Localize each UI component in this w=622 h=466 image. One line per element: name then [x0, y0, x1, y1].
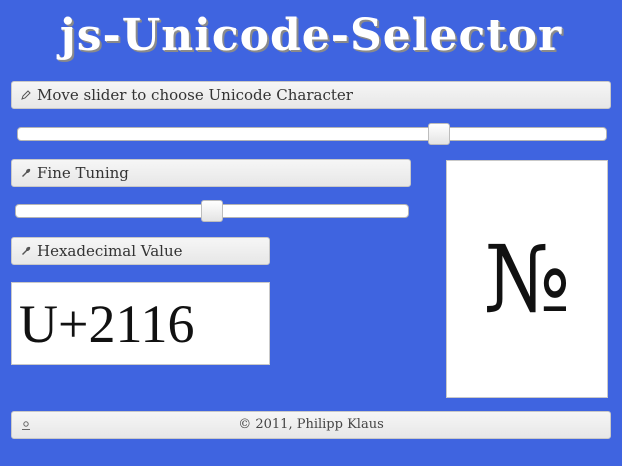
main-slider-handle[interactable]: [428, 123, 450, 145]
main-slider-header: Move slider to choose Unicode Character: [11, 81, 611, 109]
unicode-character: №: [483, 225, 571, 333]
fine-tuning-header: Fine Tuning: [11, 159, 411, 187]
fine-tuning-handle[interactable]: [201, 200, 223, 222]
hex-value-header: Hexadecimal Value: [11, 237, 270, 265]
pencil-icon: [20, 82, 32, 108]
footer: © 2011, Philipp Klaus: [11, 411, 611, 439]
wrench-icon: [20, 160, 32, 186]
main-slider-label: Move slider to choose Unicode Character: [37, 86, 353, 104]
page-title: js-Unicode-Selector: [59, 10, 563, 61]
fine-tuning-label: Fine Tuning: [37, 164, 129, 182]
hex-value-display: U+2116: [11, 282, 270, 365]
copyright-text: © 2011, Philipp Klaus: [238, 417, 384, 432]
wrench-icon: [20, 238, 32, 264]
fine-tuning-track[interactable]: [15, 200, 409, 222]
user-icon: [20, 412, 32, 438]
hex-value-label: Hexadecimal Value: [37, 242, 183, 260]
character-preview: №: [446, 160, 608, 398]
main-slider-track[interactable]: [17, 123, 607, 145]
